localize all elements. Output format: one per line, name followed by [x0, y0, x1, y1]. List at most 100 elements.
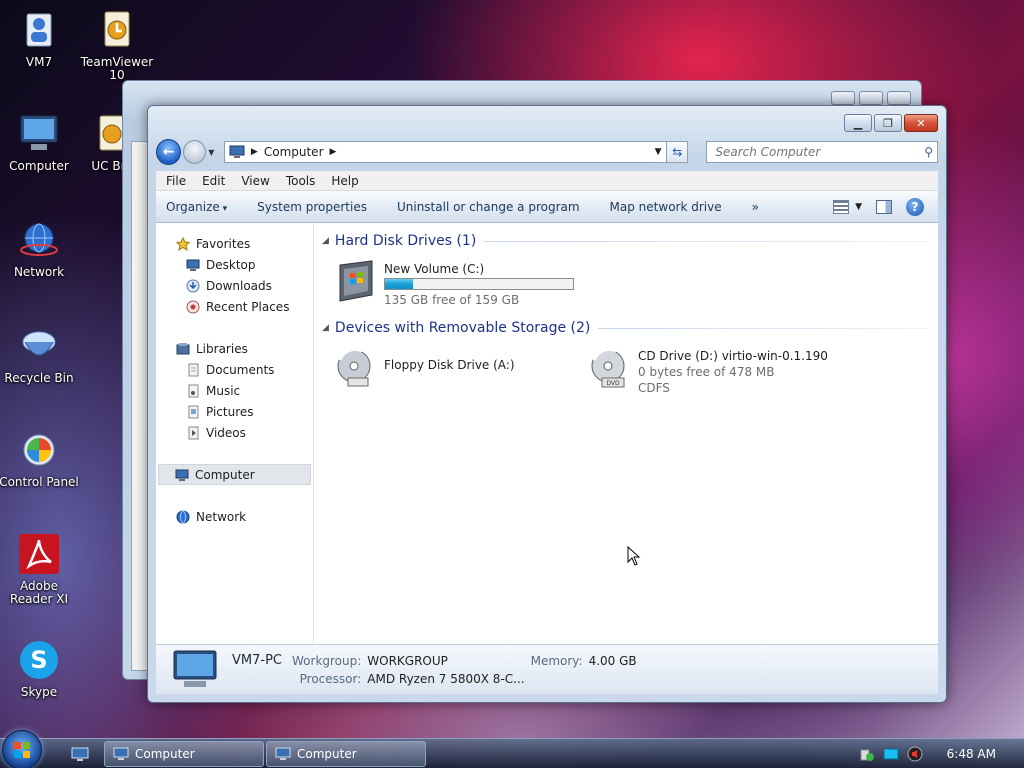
desktop-icon-label: Computer: [9, 159, 69, 173]
menu-tools[interactable]: Tools: [278, 174, 324, 188]
minimize-icon: ▁: [853, 116, 863, 130]
desktop-icon-teamviewer[interactable]: TeamViewer 10: [77, 8, 157, 82]
collapse-triangle-icon[interactable]: ◢: [322, 236, 329, 246]
hard-drive-icon: [339, 260, 373, 302]
address-dropdown[interactable]: ▼: [650, 147, 666, 157]
window-controls: ▁ ❐ ✕: [844, 114, 938, 132]
nav-group-favorites: Favorites Desktop Downloads Recent Place…: [156, 233, 313, 317]
taskbar-button-computer[interactable]: Computer: [266, 740, 426, 767]
explorer-window[interactable]: ▁ ❐ ✕ ← ▼ ▶ Computer ▶ ▼ ⇆ ⚲ File Edit V…: [147, 105, 947, 703]
uninstall-program-button[interactable]: Uninstall or change a program: [397, 200, 580, 214]
nav-group-libraries: Libraries Documents Music Pictures Video…: [156, 338, 313, 443]
help-icon[interactable]: ?: [906, 197, 924, 216]
nav-music-label: Music: [206, 383, 241, 398]
search-input[interactable]: [715, 145, 925, 159]
desktop-icon-vm7[interactable]: VM7: [0, 8, 79, 69]
change-view-icon[interactable]: [833, 199, 850, 214]
drive-info: Floppy Disk Drive (A:): [384, 344, 515, 373]
menu-view[interactable]: View: [233, 174, 277, 188]
system-properties-button[interactable]: System properties: [257, 200, 367, 214]
nav-videos[interactable]: Videos: [156, 422, 313, 443]
desktop-icon-control-panel[interactable]: Control Panel: [0, 428, 79, 489]
more-commands-button[interactable]: »: [752, 200, 759, 214]
svg-text:DVD: DVD: [606, 380, 620, 387]
search-icon[interactable]: ⚲: [924, 145, 933, 159]
action-center-icon[interactable]: [859, 746, 875, 762]
windows-logo-icon: [14, 741, 30, 758]
group-header-removable-storage[interactable]: ◢ Devices with Removable Storage (2): [322, 318, 928, 338]
nav-recent-places[interactable]: Recent Places: [156, 296, 313, 317]
nav-documents[interactable]: Documents: [156, 359, 313, 380]
back-button[interactable]: ←: [156, 139, 182, 165]
computer-small-icon: [275, 747, 291, 760]
memory-value: 4.00 GB: [588, 653, 637, 668]
desktop-icon-network[interactable]: Network: [0, 218, 79, 279]
recycle-bin-icon: [22, 331, 56, 356]
mouse-cursor-icon: [627, 546, 641, 566]
nav-desktop[interactable]: Desktop: [156, 254, 313, 275]
workgroup-label: Workgroup:: [292, 653, 362, 668]
background-window-controls: [831, 91, 911, 105]
clock[interactable]: 6:48 AM: [947, 747, 996, 761]
command-bar: Organize System properties Uninstall or …: [156, 191, 938, 223]
computer-large-icon: [173, 650, 217, 687]
desktop-icon-adobe-reader[interactable]: Adobe Reader XI: [0, 532, 79, 606]
desktop-icon-recycle-bin[interactable]: Recycle Bin: [0, 324, 79, 385]
recent-pages-dropdown[interactable]: ▼: [208, 148, 218, 157]
drive-name: Floppy Disk Drive (A:): [384, 358, 515, 372]
drive-a[interactable]: Floppy Disk Drive (A:): [332, 344, 586, 396]
taskbar-button-label: Computer: [135, 746, 195, 761]
menu-help[interactable]: Help: [323, 174, 366, 188]
quick-launch-explorer[interactable]: [68, 742, 92, 766]
nav-computer[interactable]: Computer: [158, 464, 311, 485]
navigation-bar: ← ▼ ▶ Computer ▶ ▼ ⇆ ⚲: [156, 138, 938, 166]
menu-edit[interactable]: Edit: [194, 174, 233, 188]
menu-file[interactable]: File: [158, 174, 194, 188]
refresh-button[interactable]: ⇆: [667, 141, 689, 163]
breadcrumb-computer[interactable]: Computer: [264, 145, 324, 159]
restore-button[interactable]: ❐: [874, 114, 902, 132]
desktop-icon-label: Recycle Bin: [4, 371, 74, 385]
close-button[interactable]: ✕: [904, 114, 938, 132]
nav-network-label: Network: [196, 509, 247, 524]
preview-pane-icon[interactable]: [876, 199, 892, 214]
chevron-down-icon[interactable]: ▼: [855, 202, 862, 212]
drive-name: New Volume (C:): [384, 262, 485, 276]
desktop-icon-computer[interactable]: Computer: [0, 112, 79, 173]
start-button[interactable]: [2, 729, 42, 768]
minimize-button[interactable]: ▁: [844, 114, 872, 132]
drive-c[interactable]: New Volume (C:) 135 GB free of 159 GB: [332, 257, 586, 308]
drive-d[interactable]: DVD CD Drive (D:) virtio-win-0.1.190 0 b…: [586, 344, 886, 396]
search-box[interactable]: ⚲: [706, 141, 938, 163]
minimize-button[interactable]: [831, 91, 855, 105]
user-folder-icon: [26, 13, 52, 47]
address-bar[interactable]: ▶ Computer ▶ ▼: [223, 141, 668, 163]
computer-small-icon: [113, 747, 129, 760]
nav-network[interactable]: Network: [156, 506, 313, 527]
desktop-icon-skype[interactable]: S Skype: [0, 638, 79, 699]
downloads-icon: [186, 279, 200, 292]
forward-button[interactable]: [183, 140, 207, 164]
map-network-drive-button[interactable]: Map network drive: [610, 200, 722, 214]
maximize-button[interactable]: [859, 91, 883, 105]
group-header-hard-disk-drives[interactable]: ◢ Hard Disk Drives (1): [322, 231, 928, 251]
volume-icon[interactable]: [907, 746, 923, 762]
drive-row: Floppy Disk Drive (A:) DVD CD Drive (D:)…: [322, 338, 928, 402]
nav-music[interactable]: Music: [156, 380, 313, 401]
nav-pictures[interactable]: Pictures: [156, 401, 313, 422]
nav-favorites[interactable]: Favorites: [156, 233, 313, 254]
nav-libraries-label: Libraries: [196, 341, 248, 356]
nav-libraries[interactable]: Libraries: [156, 338, 313, 359]
taskbar-button-label: Computer: [297, 746, 357, 761]
chevron-right-icon[interactable]: ▶: [330, 147, 337, 157]
chevron-right-icon[interactable]: ▶: [251, 147, 258, 157]
display-icon[interactable]: [883, 746, 899, 762]
libraries-icon: [176, 342, 190, 354]
chevron-down-icon: ▼: [208, 147, 215, 157]
close-button[interactable]: [887, 91, 911, 105]
collapse-triangle-icon[interactable]: ◢: [322, 323, 329, 333]
drive-info: New Volume (C:) 135 GB free of 159 GB: [384, 257, 574, 308]
taskbar-button-computer[interactable]: Computer: [104, 740, 264, 767]
nav-downloads[interactable]: Downloads: [156, 275, 313, 296]
organize-button[interactable]: Organize: [166, 200, 227, 214]
